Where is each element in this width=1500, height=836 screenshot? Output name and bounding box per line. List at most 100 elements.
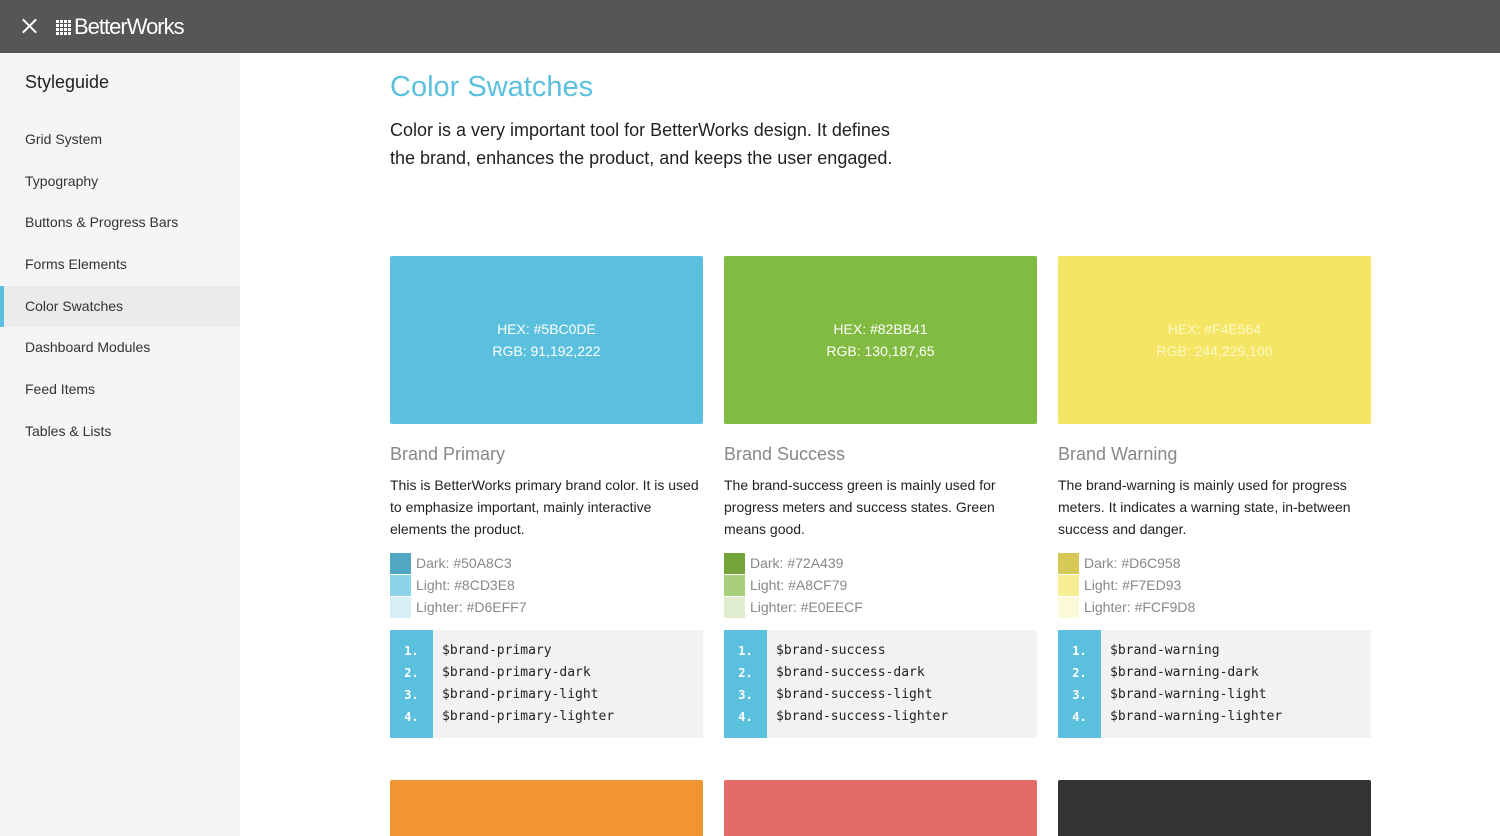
sidebar-item-tables-lists[interactable]: Tables & Lists (0, 411, 240, 453)
swatch-card-brand-success: HEX: #82BB41 RGB: 130,187,65 Brand Succe… (724, 256, 1037, 738)
shade-label: Dark: #D6C958 (1084, 555, 1181, 571)
line-number: 4. (1072, 710, 1087, 724)
line-number: 1. (404, 644, 419, 658)
code-line: $brand-success-dark (776, 665, 925, 680)
logo: BetterWorks (56, 12, 185, 42)
logo-grid-icon (56, 19, 71, 35)
shade-label: Lighter: #D6EFF7 (416, 599, 527, 615)
shade-dark: Dark: #D6C958 (1058, 552, 1371, 574)
shade-light: Light: #A8CF79 (724, 574, 1037, 596)
code-line: $brand-success-lighter (776, 709, 949, 724)
sidebar-item-forms-elements[interactable]: Forms Elements (0, 244, 240, 286)
shade-chip (724, 574, 745, 596)
line-number: 3. (1072, 688, 1087, 702)
card-title: Brand Success (724, 444, 846, 464)
shade-chip (724, 552, 745, 574)
shade-label: Light: #8CD3E8 (416, 577, 515, 593)
sidebar-item-grid-system[interactable]: Grid System (0, 119, 240, 161)
sidebar-item-buttons-progress-bars[interactable]: Buttons & Progress Bars (0, 202, 240, 244)
code-lines: $brand-success $brand-success-dark $bran… (767, 630, 948, 738)
color-swatch: HEX: #F4E564 RGB: 244,229,100 (1058, 256, 1371, 424)
sidebar-item-dashboard-modules[interactable]: Dashboard Modules (0, 327, 240, 369)
shade-label: Lighter: #E0EECF (750, 599, 863, 615)
swatch-rgb: RGB: 130,187,65 (826, 343, 935, 359)
sidebar-item-color-swatches[interactable]: Color Swatches (0, 285, 240, 328)
shade-chip (1058, 552, 1079, 574)
main-content: Color Swatches Color is a very important… (240, 53, 1500, 836)
shade-list: Dark: #D6C958 Light: #F7ED93 Lighter: #F… (1058, 552, 1371, 618)
line-number: 1. (1072, 644, 1087, 658)
close-icon[interactable] (14, 11, 44, 41)
color-swatch-red (724, 780, 1037, 836)
code-gutter: 1. 2. 3. 4. (390, 630, 433, 738)
code-line: $brand-warning (1110, 643, 1220, 658)
card-description: The brand-warning is mainly used for pro… (1058, 477, 1351, 537)
shade-chip (390, 596, 411, 618)
line-number: 2. (1072, 666, 1087, 680)
shade-lighter: Lighter: #D6EFF7 (390, 596, 703, 618)
shade-label: Light: #A8CF79 (750, 577, 848, 593)
logo-text: BetterWorks (74, 14, 185, 39)
shade-label: Light: #F7ED93 (1084, 577, 1182, 593)
shade-light: Light: #8CD3E8 (390, 574, 703, 596)
color-swatch: HEX: #82BB41 RGB: 130,187,65 (724, 256, 1037, 424)
sidebar-item-feed-items[interactable]: Feed Items (0, 369, 240, 411)
swatch-rgb: RGB: 244,229,100 (1156, 343, 1273, 359)
code-block: 1. 2. 3. 4. $brand-primary $brand-primar… (390, 630, 703, 738)
shade-chip (724, 596, 745, 618)
line-number: 3. (404, 688, 419, 702)
shade-list: Dark: #50A8C3 Light: #8CD3E8 Lighter: #D… (390, 552, 703, 618)
code-line: $brand-primary-light (442, 687, 599, 702)
shade-label: Lighter: #FCF9D8 (1084, 599, 1196, 615)
code-line: $brand-primary-dark (442, 665, 591, 680)
shade-label: Dark: #50A8C3 (416, 555, 512, 571)
code-lines: $brand-warning $brand-warning-dark $bran… (1101, 630, 1282, 738)
code-block: 1. 2. 3. 4. $brand-warning $brand-warnin… (1058, 630, 1371, 738)
line-number: 4. (738, 710, 753, 724)
sidebar-nav: Grid System Typography Buttons & Progres… (0, 119, 240, 453)
sidebar-item-typography[interactable]: Typography (0, 161, 240, 203)
shade-list: Dark: #72A439 Light: #A8CF79 Lighter: #E… (724, 552, 1037, 618)
swatch-card-brand-warning: HEX: #F4E564 RGB: 244,229,100 Brand Warn… (1058, 256, 1371, 738)
sidebar-title: Styleguide (25, 72, 110, 92)
line-number: 3. (738, 688, 753, 702)
code-line: $brand-warning-dark (1110, 665, 1259, 680)
line-number: 2. (404, 666, 419, 680)
code-line: $brand-primary (442, 643, 552, 658)
shade-chip (390, 574, 411, 596)
shade-lighter: Lighter: #FCF9D8 (1058, 596, 1371, 618)
code-line: $brand-success (776, 643, 886, 658)
color-swatch-dark (1058, 780, 1371, 836)
code-block: 1. 2. 3. 4. $brand-success $brand-succes… (724, 630, 1037, 738)
code-gutter: 1. 2. 3. 4. (1058, 630, 1101, 738)
swatch-rgb: RGB: 91,192,222 (492, 343, 601, 359)
shade-dark: Dark: #72A439 (724, 552, 1037, 574)
swatch-hex: HEX: #82BB41 (833, 321, 928, 337)
code-line: $brand-warning-lighter (1110, 709, 1283, 724)
swatch-card-brand-primary: HEX: #5BC0DE RGB: 91,192,222 Brand Prima… (390, 256, 703, 738)
sidebar: Styleguide Grid System Typography Button… (0, 53, 240, 836)
shade-light: Light: #F7ED93 (1058, 574, 1371, 596)
line-number: 2. (738, 666, 753, 680)
top-bar: BetterWorks (0, 0, 1500, 53)
page-title: Color Swatches (390, 71, 594, 103)
shade-dark: Dark: #50A8C3 (390, 552, 703, 574)
line-number: 1. (738, 644, 753, 658)
code-line: $brand-success-light (776, 687, 933, 702)
color-swatch-orange (390, 780, 703, 836)
shade-chip (390, 552, 411, 574)
code-gutter: 1. 2. 3. 4. (724, 630, 767, 738)
swatch-hex: HEX: #5BC0DE (497, 321, 596, 337)
card-title: Brand Warning (1058, 444, 1178, 464)
shade-chip (1058, 574, 1079, 596)
card-description: The brand-success green is mainly used f… (724, 477, 996, 537)
shade-lighter: Lighter: #E0EECF (724, 596, 1037, 618)
card-title: Brand Primary (390, 444, 506, 464)
code-line: $brand-warning-light (1110, 687, 1267, 702)
line-number: 4. (404, 710, 419, 724)
color-swatch: HEX: #5BC0DE RGB: 91,192,222 (390, 256, 703, 424)
shade-chip (1058, 596, 1079, 618)
code-lines: $brand-primary $brand-primary-dark $bran… (433, 630, 614, 738)
code-line: $brand-primary-lighter (442, 709, 615, 724)
card-description: This is BetterWorks primary brand color.… (390, 477, 699, 537)
